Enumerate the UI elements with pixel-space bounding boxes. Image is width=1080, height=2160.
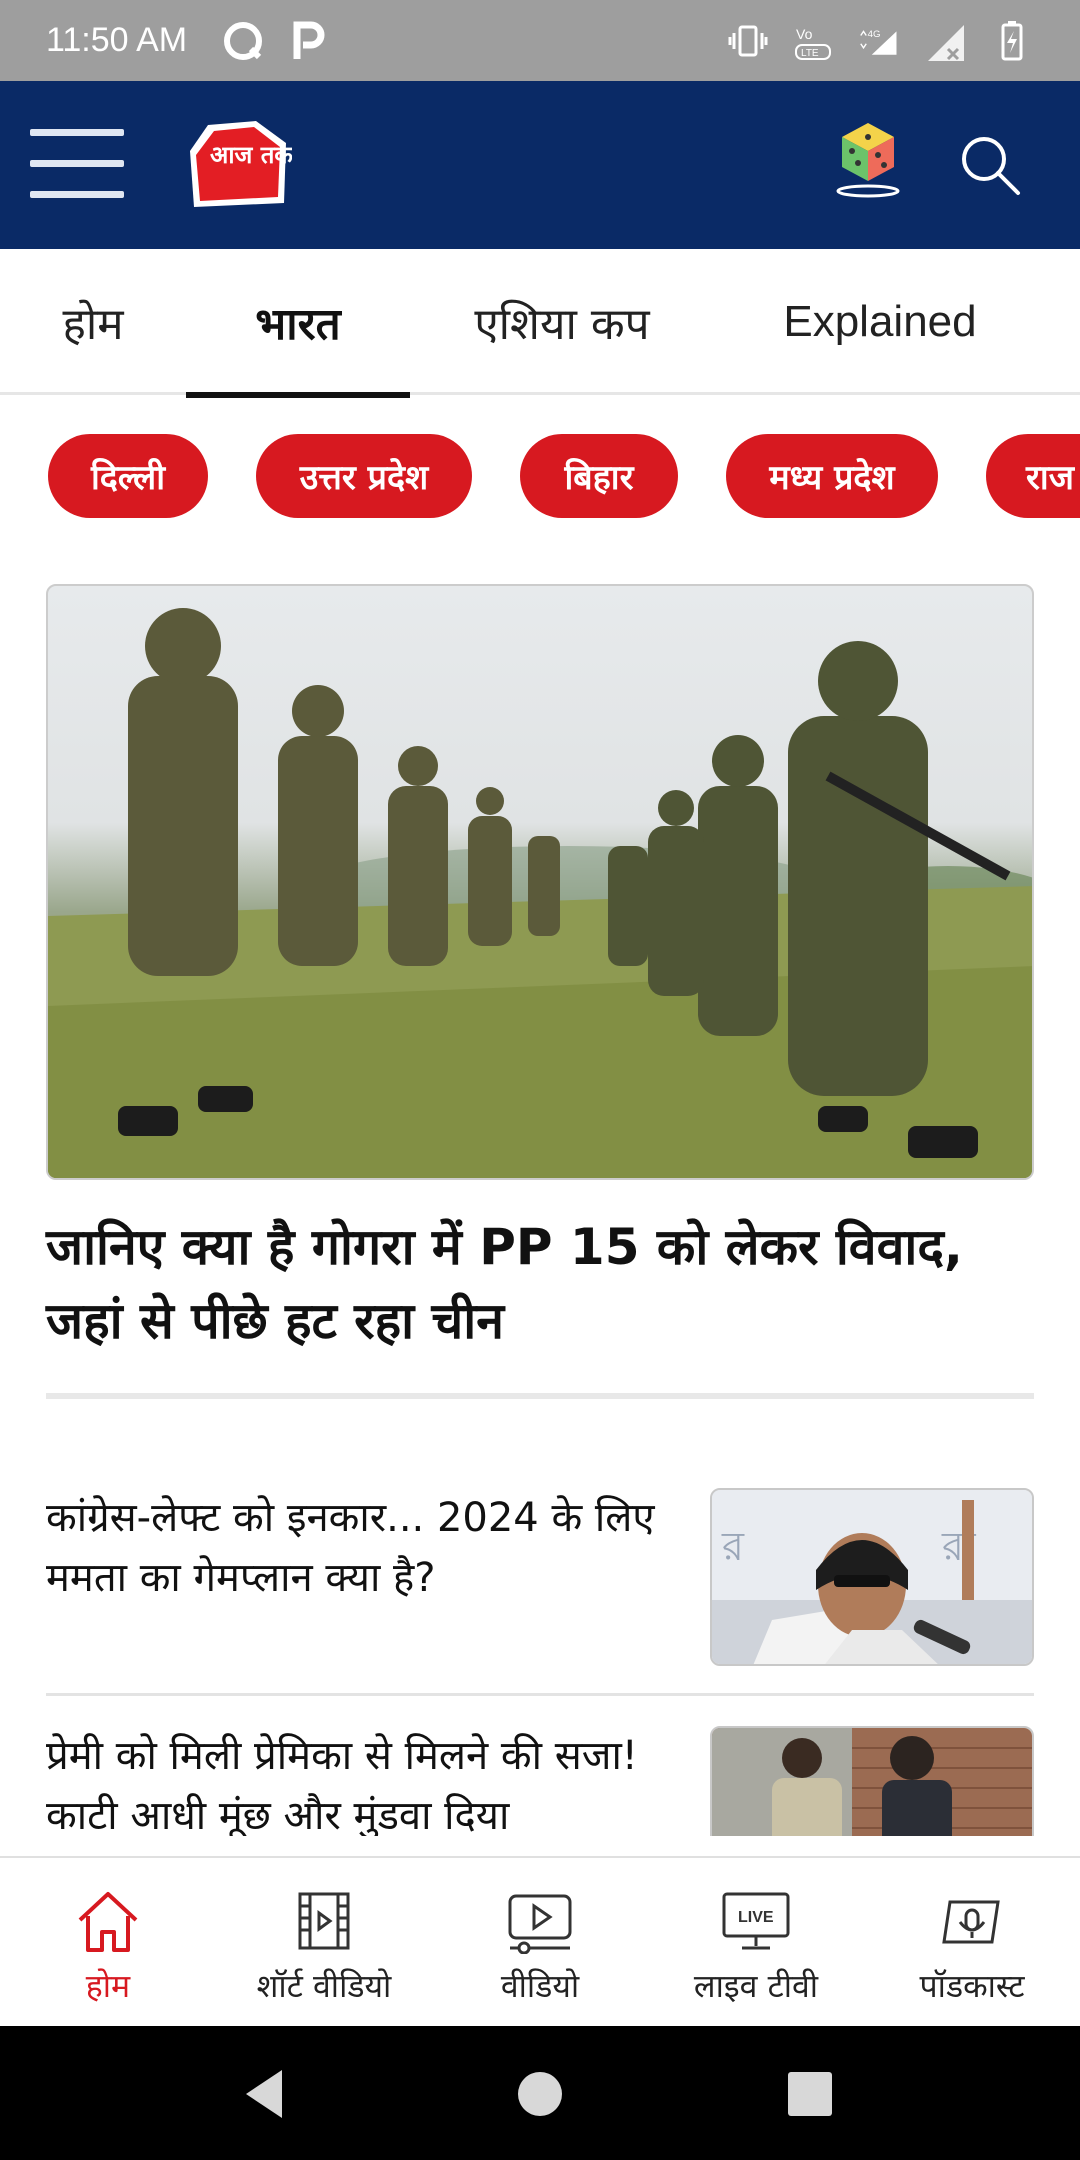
chip-delhi[interactable]: दिल्ली [48, 434, 208, 518]
home-circle-icon [518, 2072, 562, 2116]
svg-text:র: র [721, 1524, 745, 1570]
game-dice-button[interactable] [832, 115, 904, 199]
svg-text:4G: 4G [868, 28, 881, 39]
nav-video[interactable]: वीडियो [432, 1858, 648, 2028]
section-divider [46, 1393, 1034, 1399]
volte-icon: Vo LTE [792, 19, 836, 63]
p-notification-icon [287, 19, 331, 63]
nav-home[interactable]: होम [0, 1858, 216, 2028]
search-button[interactable] [958, 133, 1022, 197]
nav-live-tv[interactable]: LIVE लाइव टीवी [648, 1858, 864, 2028]
chip-rajasthan[interactable]: राज [986, 434, 1080, 518]
nav-short-video-label: शॉर्ट वीडियो [256, 1967, 392, 2005]
back-icon [246, 2070, 282, 2118]
battery-charging-icon [990, 19, 1034, 63]
app-header: आज तक [0, 81, 1080, 249]
list-item[interactable]: प्रेमी को मिली प्रेमिका से मिलने की सजा!… [46, 1726, 1034, 1836]
nav-podcast-label: पॉडकास्ट [919, 1967, 1025, 2005]
svg-text:आज तक: आज तक [210, 141, 292, 169]
status-bar: 11:50 AM Vo LTE 4G [0, 0, 1080, 81]
nav-short-video[interactable]: शॉर्ट वीडियो [216, 1858, 432, 2028]
tab-bharat[interactable]: भारत [186, 249, 410, 398]
nav-home-label: होम [85, 1967, 131, 2005]
dice-icon [836, 123, 900, 198]
vibrate-icon [726, 19, 770, 63]
signal-no-data-icon [924, 19, 968, 63]
chip-bihar[interactable]: बिहार [520, 434, 678, 518]
tab-home[interactable]: होम [40, 249, 146, 395]
hamburger-icon [30, 129, 124, 136]
region-chips: दिल्ली उत्तर प्रदेश बिहार मध्य प्रदेश रा… [0, 434, 1080, 520]
hamburger-icon-line [30, 160, 124, 167]
list-divider [46, 1693, 1034, 1696]
svg-text:LTE: LTE [801, 48, 819, 59]
back-button[interactable] [236, 2064, 296, 2124]
article-thumbnail [710, 1726, 1034, 1836]
bottom-navigation: होम शॉर्ट वीडियो वीडियो LIVE लाइव टीवी प… [0, 1856, 1080, 2026]
chat-notification-icon [221, 19, 265, 63]
nav-video-label: वीडियो [500, 1967, 580, 2005]
recents-button[interactable] [780, 2064, 840, 2124]
video-play-icon [508, 1894, 572, 1954]
live-tv-icon: LIVE [722, 1892, 790, 1950]
system-navigation-bar [0, 2026, 1080, 2160]
category-tabs: होम भारत एशिया कप Explained [0, 249, 1080, 398]
home-icon [78, 1892, 138, 1952]
tab-explained[interactable]: Explained [740, 249, 1020, 395]
menu-button[interactable] [30, 129, 124, 199]
chip-uttar-pradesh[interactable]: उत्तर प्रदेश [256, 434, 472, 518]
aajtak-logo[interactable]: आज तक [186, 117, 294, 213]
chip-madhya-pradesh[interactable]: मध्य प्रदेश [726, 434, 938, 518]
signal-4g-icon: 4G [858, 19, 902, 63]
status-time: 11:50 AM [46, 21, 188, 59]
home-system-button[interactable] [510, 2064, 570, 2124]
nav-live-tv-label: लाइव टीवी [693, 1967, 819, 2005]
tab-asia-cup[interactable]: एशिया कप [450, 249, 674, 395]
podcast-icon [942, 1900, 1000, 1944]
nav-podcast[interactable]: पॉडकास्ट [864, 1858, 1080, 2028]
svg-text:LIVE: LIVE [738, 1909, 774, 1926]
film-icon [298, 1892, 350, 1950]
article-title: प्रेमी को मिली प्रेमिका से मिलने की सजा!… [46, 1733, 638, 1836]
article-thumbnail: র রা [710, 1488, 1034, 1666]
list-item[interactable]: कांग्रेस-लेफ्ट को इनकार... 2024 के लिए म… [46, 1488, 1034, 1668]
hero-image[interactable] [46, 584, 1034, 1180]
hamburger-icon-line [30, 191, 124, 198]
search-icon [962, 137, 1020, 195]
article-title: कांग्रेस-लेफ्ट को इनकार... 2024 के लिए म… [46, 1495, 655, 1601]
recents-square-icon [788, 2072, 832, 2116]
svg-text:Vo: Vo [796, 26, 813, 42]
hero-headline[interactable]: जानिए क्या है गोगरा में PP 15 को लेकर वि… [46, 1210, 1034, 1358]
